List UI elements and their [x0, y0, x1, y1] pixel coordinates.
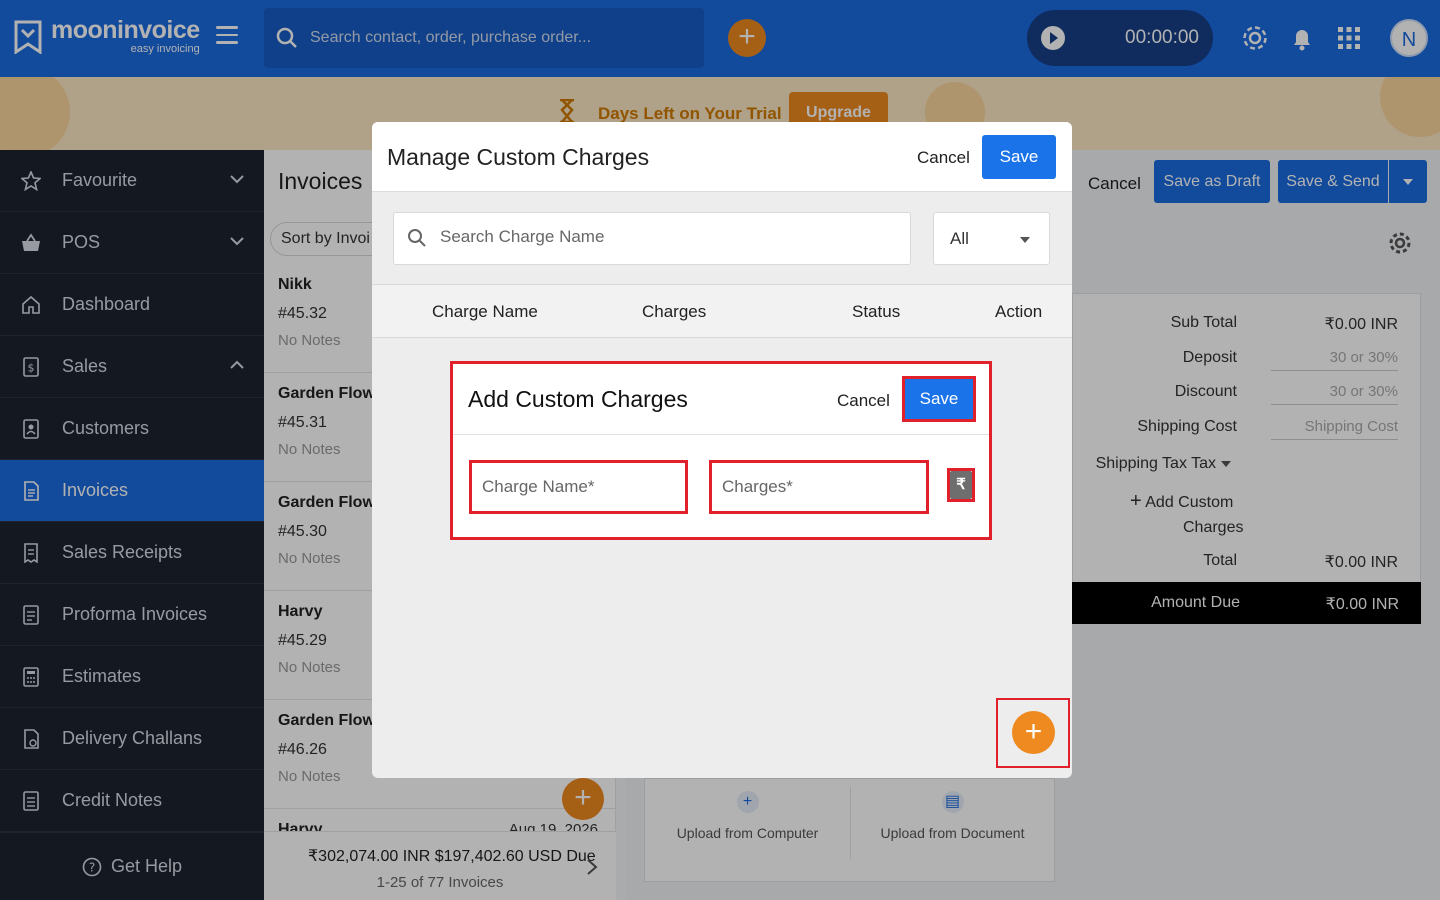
column-charges: Charges [642, 302, 707, 321]
column-action: Action [995, 302, 1043, 321]
charges-input[interactable] [722, 477, 912, 497]
caret-down-icon [1020, 237, 1030, 243]
add-custom-charges-dialog: Add Custom Charges Cancel Save ₹ [450, 361, 992, 540]
charge-name-input[interactable] [482, 477, 672, 497]
column-charge-name: Charge Name [432, 302, 538, 321]
add-cancel-button[interactable]: Cancel [837, 391, 890, 411]
modal-header: Manage Custom Charges Cancel Save [372, 122, 1072, 192]
add-save-button[interactable]: Save [905, 379, 973, 419]
dialog-header: Add Custom Charges Cancel Save [453, 364, 989, 435]
column-status: Status [852, 302, 901, 321]
search-icon [408, 229, 426, 247]
manage-save-button[interactable]: Save [982, 135, 1056, 179]
dialog-title: Add Custom Charges [468, 386, 688, 412]
charges-table-header: Charge Name Charges Status Action [372, 284, 1072, 338]
manage-cancel-button[interactable]: Cancel [917, 148, 970, 168]
currency-toggle-button[interactable]: ₹ [950, 471, 972, 499]
charge-search-input[interactable] [440, 227, 880, 247]
charge-search-box[interactable] [393, 212, 911, 265]
status-filter-dropdown[interactable]: All [933, 212, 1050, 265]
charge-name-field[interactable] [469, 460, 688, 514]
charges-field[interactable] [709, 460, 929, 514]
modal-title: Manage Custom Charges [387, 144, 650, 170]
status-filter-value: All [950, 229, 969, 248]
add-charge-button[interactable]: + [1012, 711, 1055, 754]
